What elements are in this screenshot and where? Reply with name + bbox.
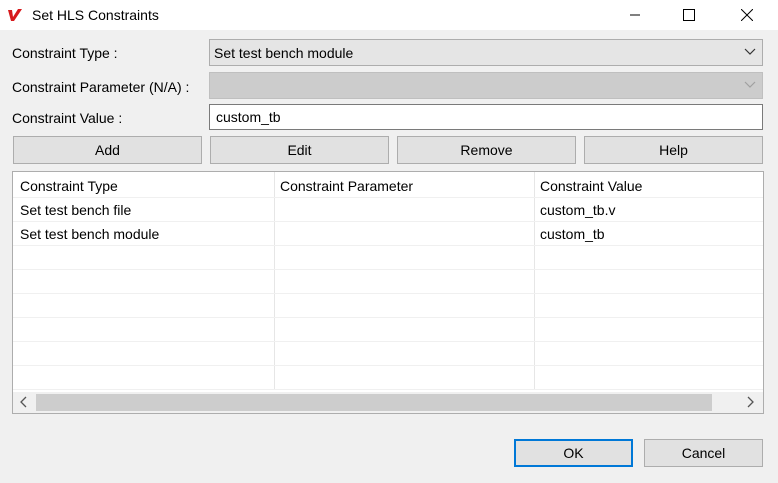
table-row-empty xyxy=(13,342,763,366)
table-cell-parameter xyxy=(273,222,280,246)
constraints-table[interactable]: Constraint Type Constraint Parameter Con… xyxy=(12,171,764,414)
column-header-type[interactable]: Constraint Type xyxy=(13,174,118,198)
constraint-type-select[interactable]: Set test bench module xyxy=(209,39,763,66)
constraint-parameter-label: Constraint Parameter (N/A) : xyxy=(12,79,190,95)
column-header-parameter[interactable]: Constraint Parameter xyxy=(273,174,413,198)
table-row-empty xyxy=(13,246,763,270)
window-title: Set HLS Constraints xyxy=(32,7,159,23)
table-row-empty xyxy=(13,294,763,318)
table-header-row: Constraint Type Constraint Parameter Con… xyxy=(13,174,763,198)
table-cell-type: Set test bench file xyxy=(20,202,132,218)
app-logo-icon xyxy=(7,7,23,23)
scrollbar-thumb[interactable] xyxy=(36,394,712,411)
close-icon xyxy=(741,9,753,21)
chevron-down-icon xyxy=(744,48,756,55)
edit-button[interactable]: Edit xyxy=(210,136,389,164)
constraint-type-value: Set test bench module xyxy=(214,45,354,61)
table-cell-value: custom_tb xyxy=(540,226,605,242)
constraint-value-text: custom_tb xyxy=(216,109,281,125)
help-button[interactable]: Help xyxy=(584,136,763,164)
add-button[interactable]: Add xyxy=(13,136,202,164)
table-row[interactable]: Set test bench file custom_tb.v xyxy=(13,198,763,222)
constraint-value-input[interactable]: custom_tb xyxy=(209,104,763,130)
cancel-button[interactable]: Cancel xyxy=(644,439,763,467)
scroll-left-icon[interactable] xyxy=(19,396,27,408)
maximize-button[interactable] xyxy=(666,0,712,30)
constraint-type-label: Constraint Type : xyxy=(12,45,118,61)
title-bar: Set HLS Constraints xyxy=(0,0,778,30)
remove-button[interactable]: Remove xyxy=(397,136,576,164)
minimize-icon xyxy=(630,14,640,16)
column-header-value[interactable]: Constraint Value xyxy=(533,174,642,198)
scroll-right-icon[interactable] xyxy=(747,396,755,408)
table-cell-parameter xyxy=(273,198,280,222)
table-row-empty xyxy=(13,366,763,390)
ok-button[interactable]: OK xyxy=(514,439,633,467)
maximize-icon xyxy=(683,9,695,21)
table-row-empty xyxy=(13,318,763,342)
table-row-empty xyxy=(13,270,763,294)
table-row[interactable]: Set test bench module custom_tb xyxy=(13,222,763,246)
horizontal-scrollbar[interactable] xyxy=(13,392,763,413)
table-cell-value: custom_tb.v xyxy=(540,202,616,218)
constraint-parameter-select[interactable] xyxy=(209,72,763,99)
table-cell-type: Set test bench module xyxy=(20,226,160,242)
close-button[interactable] xyxy=(724,0,770,30)
constraint-value-label: Constraint Value : xyxy=(12,110,123,126)
minimize-button[interactable] xyxy=(612,0,658,30)
chevron-down-icon xyxy=(744,81,756,88)
